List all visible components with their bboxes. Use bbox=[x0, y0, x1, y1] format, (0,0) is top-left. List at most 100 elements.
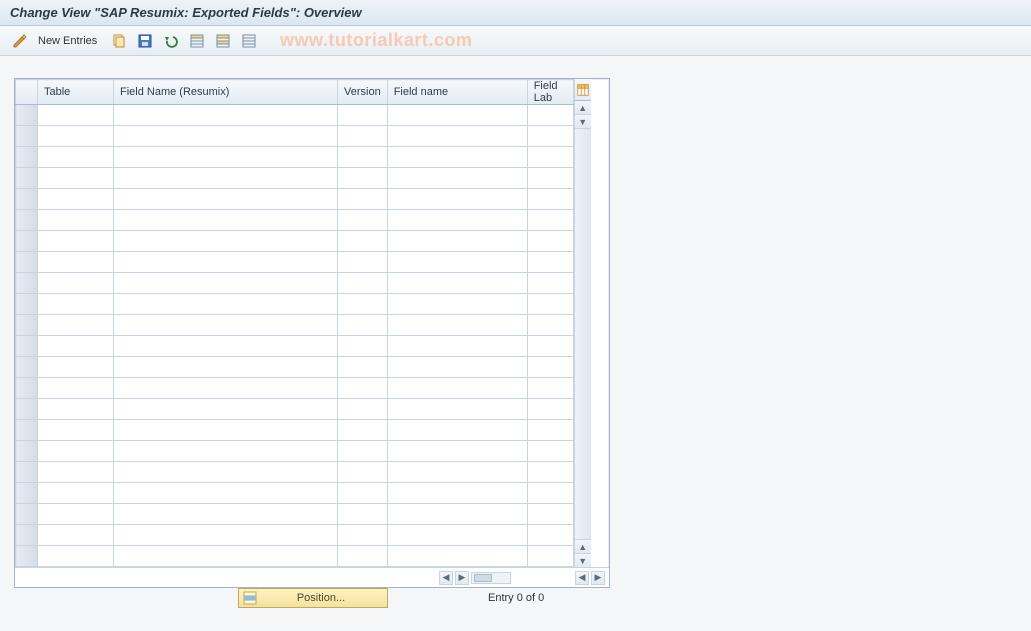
row-selector[interactable] bbox=[16, 378, 38, 399]
row-selector[interactable] bbox=[16, 315, 38, 336]
cell[interactable] bbox=[114, 462, 338, 483]
cell[interactable] bbox=[114, 231, 338, 252]
table-row[interactable] bbox=[16, 378, 574, 399]
cell[interactable] bbox=[38, 525, 114, 546]
table-row[interactable] bbox=[16, 525, 574, 546]
hscroll-first-button[interactable]: ◀ bbox=[575, 571, 589, 585]
col-header-table[interactable]: Table bbox=[38, 80, 114, 105]
row-selector[interactable] bbox=[16, 168, 38, 189]
cell[interactable] bbox=[338, 315, 388, 336]
cell[interactable] bbox=[338, 462, 388, 483]
table-row[interactable] bbox=[16, 105, 574, 126]
cell[interactable] bbox=[38, 504, 114, 525]
cell[interactable] bbox=[38, 168, 114, 189]
col-header-field-resumix[interactable]: Field Name (Resumix) bbox=[114, 80, 338, 105]
cell[interactable] bbox=[338, 189, 388, 210]
cell[interactable] bbox=[114, 189, 338, 210]
cell[interactable] bbox=[38, 546, 114, 567]
cell[interactable] bbox=[527, 294, 573, 315]
scroll-page-up-button[interactable]: ▼ bbox=[575, 115, 591, 129]
row-selector[interactable] bbox=[16, 147, 38, 168]
cell[interactable] bbox=[527, 168, 573, 189]
cell[interactable] bbox=[114, 441, 338, 462]
cell[interactable] bbox=[38, 357, 114, 378]
cell[interactable] bbox=[38, 483, 114, 504]
cell[interactable] bbox=[338, 210, 388, 231]
cell[interactable] bbox=[114, 483, 338, 504]
position-button[interactable]: Position... bbox=[238, 588, 388, 608]
cell[interactable] bbox=[527, 462, 573, 483]
row-selector[interactable] bbox=[16, 273, 38, 294]
cell[interactable] bbox=[338, 147, 388, 168]
col-header-field-name[interactable]: Field name bbox=[387, 80, 527, 105]
cell[interactable] bbox=[38, 126, 114, 147]
cell[interactable] bbox=[38, 147, 114, 168]
cell[interactable] bbox=[338, 420, 388, 441]
cell[interactable] bbox=[387, 126, 527, 147]
cell[interactable] bbox=[527, 147, 573, 168]
cell[interactable] bbox=[114, 420, 338, 441]
new-entries-button[interactable]: New Entries bbox=[36, 35, 103, 47]
cell[interactable] bbox=[527, 210, 573, 231]
cell[interactable] bbox=[387, 231, 527, 252]
cell[interactable] bbox=[387, 357, 527, 378]
select-block-button[interactable] bbox=[213, 31, 233, 51]
cell[interactable] bbox=[387, 315, 527, 336]
cell[interactable] bbox=[114, 504, 338, 525]
cell[interactable] bbox=[114, 147, 338, 168]
cell[interactable] bbox=[38, 189, 114, 210]
table-row[interactable] bbox=[16, 441, 574, 462]
cell[interactable] bbox=[114, 252, 338, 273]
cell[interactable] bbox=[387, 525, 527, 546]
cell[interactable] bbox=[387, 210, 527, 231]
cell[interactable] bbox=[38, 273, 114, 294]
row-selector[interactable] bbox=[16, 441, 38, 462]
row-selector[interactable] bbox=[16, 189, 38, 210]
cell[interactable] bbox=[114, 378, 338, 399]
cell[interactable] bbox=[338, 525, 388, 546]
cell[interactable] bbox=[114, 399, 338, 420]
cell[interactable] bbox=[527, 336, 573, 357]
cell[interactable] bbox=[38, 105, 114, 126]
row-selector[interactable] bbox=[16, 252, 38, 273]
table-row[interactable] bbox=[16, 420, 574, 441]
cell[interactable] bbox=[387, 546, 527, 567]
cell[interactable] bbox=[114, 525, 338, 546]
hscroll-left-button[interactable]: ◀ bbox=[439, 571, 453, 585]
cell[interactable] bbox=[38, 315, 114, 336]
row-selector[interactable] bbox=[16, 546, 38, 567]
cell[interactable] bbox=[38, 378, 114, 399]
cell[interactable] bbox=[114, 336, 338, 357]
cell[interactable] bbox=[338, 168, 388, 189]
cell[interactable] bbox=[338, 378, 388, 399]
row-selector[interactable] bbox=[16, 210, 38, 231]
cell[interactable] bbox=[387, 147, 527, 168]
cell[interactable] bbox=[114, 546, 338, 567]
table-row[interactable] bbox=[16, 357, 574, 378]
cell[interactable] bbox=[114, 294, 338, 315]
cell[interactable] bbox=[527, 441, 573, 462]
row-selector[interactable] bbox=[16, 504, 38, 525]
data-grid[interactable]: Table Field Name (Resumix) Version Field… bbox=[15, 79, 574, 567]
table-row[interactable] bbox=[16, 399, 574, 420]
cell[interactable] bbox=[338, 273, 388, 294]
table-settings-button[interactable] bbox=[575, 79, 591, 101]
row-selector[interactable] bbox=[16, 294, 38, 315]
row-selector[interactable] bbox=[16, 126, 38, 147]
row-selector[interactable] bbox=[16, 336, 38, 357]
cell[interactable] bbox=[527, 273, 573, 294]
cell[interactable] bbox=[338, 231, 388, 252]
row-selector[interactable] bbox=[16, 357, 38, 378]
cell[interactable] bbox=[38, 441, 114, 462]
table-row[interactable] bbox=[16, 336, 574, 357]
table-row[interactable] bbox=[16, 168, 574, 189]
table-row[interactable] bbox=[16, 546, 574, 567]
cell[interactable] bbox=[338, 441, 388, 462]
hscroll-thumb[interactable] bbox=[474, 574, 492, 582]
cell[interactable] bbox=[38, 462, 114, 483]
cell[interactable] bbox=[387, 105, 527, 126]
cell[interactable] bbox=[114, 357, 338, 378]
row-selector[interactable] bbox=[16, 399, 38, 420]
cell[interactable] bbox=[38, 231, 114, 252]
cell[interactable] bbox=[38, 420, 114, 441]
